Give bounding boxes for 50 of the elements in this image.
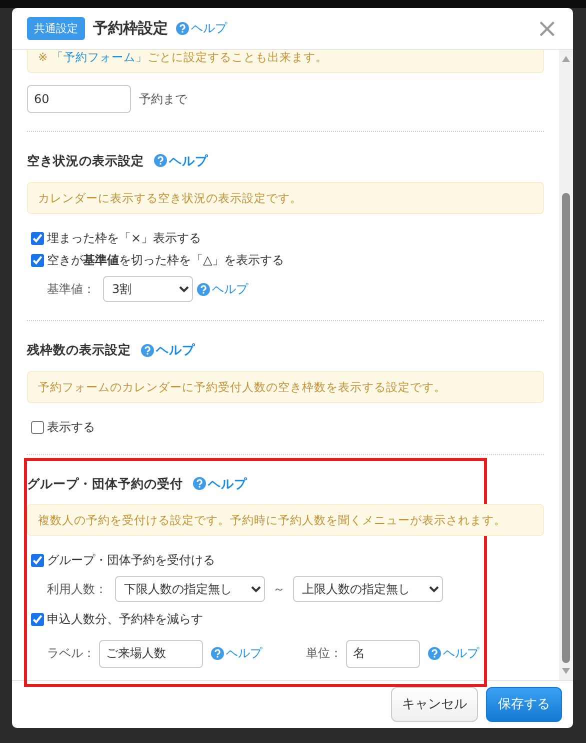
help-icon [211,647,224,660]
checkbox-label: 埋まった枠を「×」表示する [47,230,202,246]
checkbox-label: 表示する [47,418,95,436]
checkbox-label: 申込人数分、予約枠を減らす [47,611,203,628]
checkbox[interactable] [31,554,44,568]
form-link[interactable]: 「予約フォーム」 [51,50,148,64]
checkbox[interactable] [31,232,44,245]
info-note: 予約フォームのカレンダーに予約受付人数の空き枠数を表示する設定です。 [27,370,544,403]
section-heading: 空き状況の表示設定 [27,152,144,170]
min-select[interactable]: 下限人数の指定無し [115,576,265,602]
checkbox[interactable] [31,612,44,626]
checkbox-label: グループ・団体予約を受付ける [47,552,215,570]
info-note: 複数人の予約を受付ける設定です。予約時に予約人数を聞くメニューが表示されます。 [27,504,544,536]
max-select[interactable]: 上限人数の指定無し [293,576,443,602]
section-heading: 残枠数の表示設定 [27,341,131,359]
modal-title: 予約枠設定 [93,18,168,39]
help-icon [197,282,210,296]
save-button[interactable]: 保存する [486,686,562,722]
suffix-label: 予約まで [139,90,187,108]
help-icon [428,647,441,660]
limit-input[interactable]: 60 [27,85,131,114]
field-label: 利用人数： [47,580,107,598]
help-icon [176,22,189,35]
checkbox[interactable] [31,254,44,268]
threshold-select[interactable]: 3割 [103,276,193,302]
checkbox[interactable] [31,420,44,434]
info-note: ※ 「予約フォーム」ごとに設定することも出来ます。 [27,50,544,74]
cancel-button[interactable]: キャンセル [391,686,478,722]
field-label: 単位： [306,645,342,662]
scrollbar-thumb[interactable] [562,193,570,663]
help-link[interactable]: ヘルプ [176,20,227,37]
category-badge: 共通設定 [27,16,85,40]
range-separator: ～ [273,580,285,598]
field-label: ラベル： [47,645,95,662]
help-link[interactable]: ヘルプ [154,152,208,170]
info-note: カレンダーに表示する空き状況の表示設定です。 [27,182,544,214]
help-icon [154,154,167,168]
help-icon [141,344,154,357]
label-input[interactable]: ご来場人数 [99,640,203,668]
unit-input[interactable]: 名 [346,640,420,668]
checkbox-label: 空きが基準値を切った枠を「△」を表示する [47,252,284,270]
close-button[interactable]: × [536,16,558,42]
help-icon [193,476,206,490]
help-link[interactable]: ヘルプ [211,645,262,662]
help-link[interactable]: ヘルプ [197,280,248,298]
field-label: 基準値： [47,280,95,298]
help-link[interactable]: ヘルプ [428,645,479,662]
help-link[interactable]: ヘルプ [141,341,195,359]
help-link[interactable]: ヘルプ [193,474,247,492]
section-heading: グループ・団体予約の受付 [27,474,183,492]
